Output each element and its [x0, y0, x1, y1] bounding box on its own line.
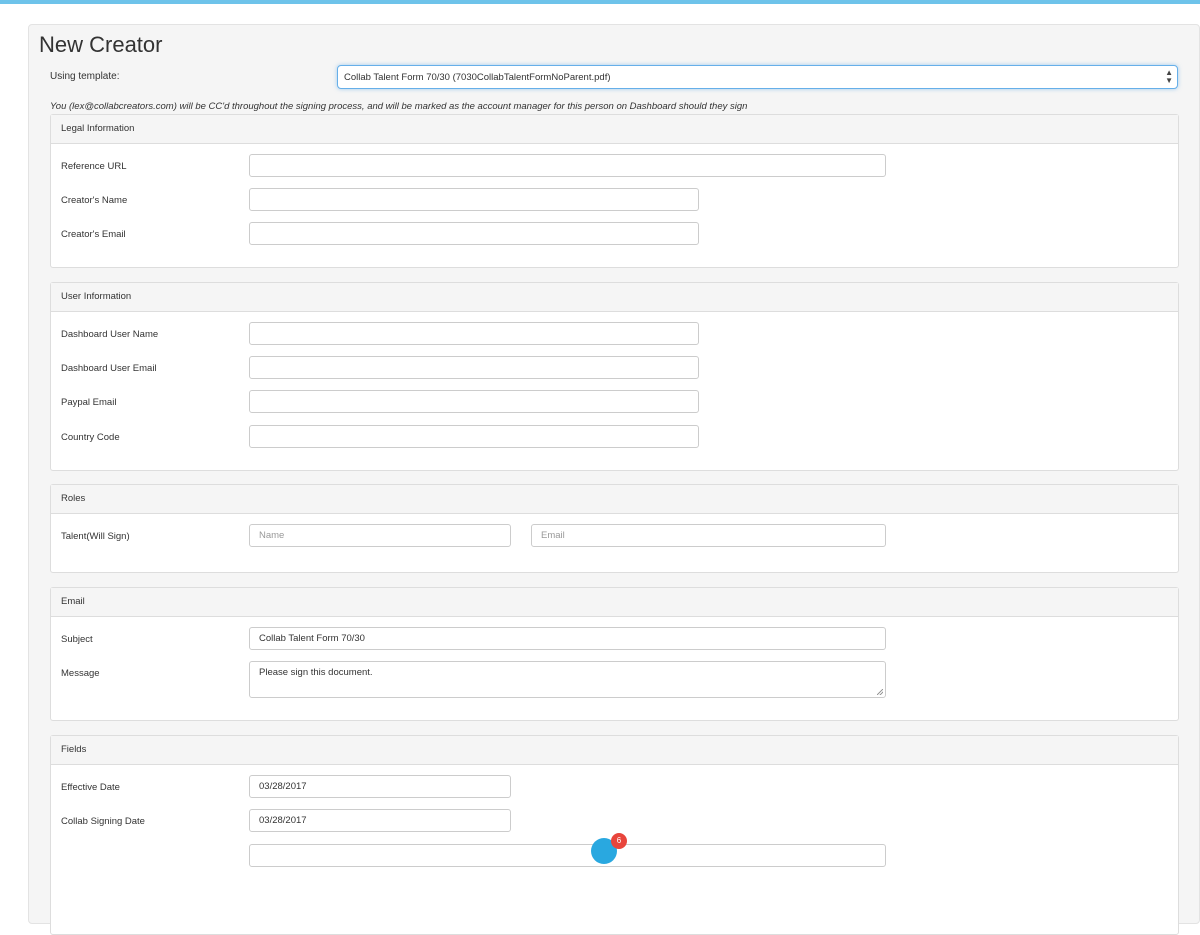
resize-grip-icon[interactable] — [877, 689, 883, 695]
effective-date-input[interactable]: 03/28/2017 — [249, 775, 511, 798]
collab-signing-date-input[interactable]: 03/28/2017 — [249, 809, 511, 832]
dashboard-user-name-label: Dashboard User Name — [61, 329, 159, 340]
talent-email-input[interactable]: Email — [531, 524, 886, 547]
chat-notification-badge: 6 — [611, 833, 627, 849]
creator-name-input[interactable] — [249, 188, 699, 211]
roles-panel: Roles Talent(Will Sign) Name Email — [50, 484, 1179, 573]
template-label: Using template: — [50, 71, 120, 82]
next-field-input[interactable] — [249, 844, 886, 867]
legal-information-panel: Legal Information Reference URL Creator'… — [50, 114, 1179, 268]
legal-information-heading: Legal Information — [51, 115, 1178, 144]
talent-will-sign-label: Talent(Will Sign) — [61, 531, 130, 542]
creator-email-input[interactable] — [249, 222, 699, 245]
template-select-value: Collab Talent Form 70/30 (7030CollabTale… — [344, 72, 611, 83]
subject-label: Subject — [61, 634, 93, 645]
country-code-label: Country Code — [61, 432, 120, 443]
message-textarea[interactable]: Please sign this document. — [249, 661, 886, 698]
email-panel: Email Subject Collab Talent Form 70/30 M… — [50, 587, 1179, 721]
effective-date-label: Effective Date — [61, 782, 120, 793]
user-information-heading: User Information — [51, 283, 1178, 312]
dashboard-user-email-label: Dashboard User Email — [61, 363, 157, 374]
template-select[interactable]: Collab Talent Form 70/30 (7030CollabTale… — [337, 65, 1178, 89]
page-title: New Creator — [39, 32, 163, 57]
email-heading: Email — [51, 588, 1178, 617]
new-creator-form: New Creator Using template: Collab Talen… — [28, 24, 1200, 935]
paypal-email-input[interactable] — [249, 390, 699, 413]
subject-input[interactable]: Collab Talent Form 70/30 — [249, 627, 886, 650]
dashboard-user-name-input[interactable] — [249, 322, 699, 345]
dashboard-user-email-input[interactable] — [249, 356, 699, 379]
fields-heading: Fields — [51, 736, 1178, 765]
country-code-input[interactable] — [249, 425, 699, 448]
creator-email-label: Creator's Email — [61, 229, 126, 240]
user-information-panel: User Information Dashboard User Name Das… — [50, 282, 1179, 471]
cc-note: You (lex@collabcreators.com) will be CC'… — [50, 101, 748, 112]
message-text: Please sign this document. — [259, 667, 373, 678]
talent-name-input[interactable]: Name — [249, 524, 511, 547]
reference-url-input[interactable] — [249, 154, 886, 177]
roles-heading: Roles — [51, 485, 1178, 514]
select-arrows-icon: ▲ ▼ — [1165, 68, 1173, 85]
creator-name-label: Creator's Name — [61, 195, 128, 206]
message-label: Message — [61, 668, 100, 679]
paypal-email-label: Paypal Email — [61, 397, 117, 408]
collab-signing-date-label: Collab Signing Date — [61, 816, 145, 827]
top-accent-bar — [0, 0, 1200, 4]
reference-url-label: Reference URL — [61, 161, 127, 172]
